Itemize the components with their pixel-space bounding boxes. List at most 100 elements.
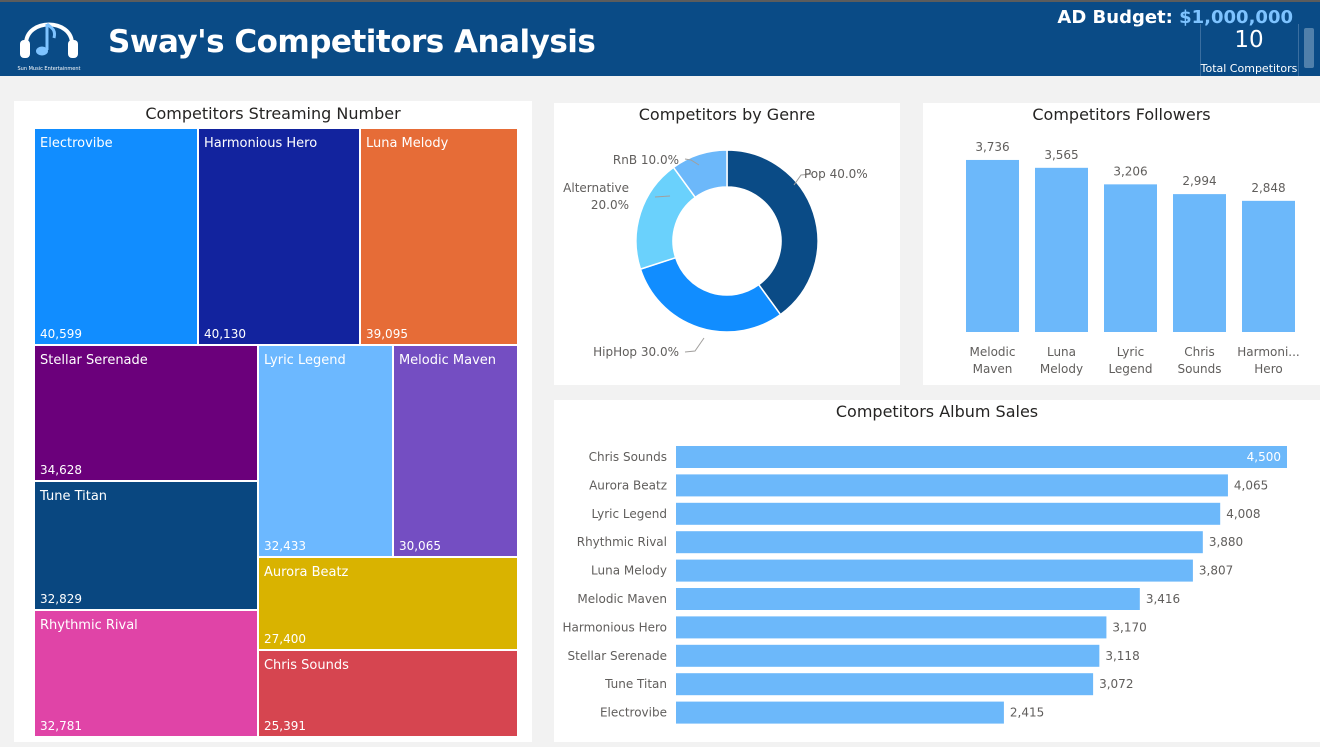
leader-line-hiphop (684, 337, 705, 353)
donut-label-hiphop: HipHop 30.0% (593, 345, 679, 359)
album-sales-category-label: Luna Melody (591, 564, 667, 578)
album-sales-category-label: Harmonious Hero (562, 620, 667, 634)
treemap-label: Rhythmic Rival (40, 618, 138, 634)
followers-bar[interactable] (1242, 200, 1295, 332)
followers-value-label: 2,994 (1182, 174, 1216, 188)
treemap-label: Harmonious Hero (203, 136, 318, 151)
album-sales-value-label: 3,416 (1146, 592, 1180, 606)
followers-bar[interactable] (1035, 167, 1088, 332)
album-sales-card: Competitors Album Sales Chris Sounds 4,50… (554, 400, 1320, 742)
album-sales-bar[interactable] (676, 559, 1193, 582)
album-sales-bar[interactable] (676, 673, 1094, 696)
streaming-treemap-card: Competitors Streaming Number Electrovibe… (14, 101, 532, 742)
followers-value-label: 3,736 (975, 140, 1009, 154)
followers-bar[interactable] (966, 159, 1019, 332)
treemap-value: 40,599 (40, 327, 82, 342)
followers-category-label: Chris Sounds (1177, 345, 1221, 376)
album-sales-value-label: 3,880 (1209, 535, 1243, 549)
total-competitors-label: Total Competitors (1200, 62, 1298, 75)
donut-label-alternative: Alternative 20.0% (563, 181, 629, 212)
treemap-label: Stellar Serenade (40, 353, 148, 369)
album-sales-bar[interactable] (676, 588, 1140, 610)
followers-bar[interactable] (1104, 184, 1157, 332)
album-sales-chart: Chris Sounds 4,500 Aurora Beatz 4,065 Lyric … (562, 446, 1287, 724)
treemap-value: 40,130 (203, 327, 246, 342)
followers-chart: 3,736 Melodic Maven 3,565 Luna Melody 3,206 Lyr… (966, 140, 1300, 376)
treemap-cell-chris-sounds[interactable]: Chris Sounds 25,391 (257, 650, 518, 737)
album-sales-category-label: Lyric Legend (592, 507, 667, 521)
followers-category-label: Melodic Maven (970, 345, 1016, 376)
header-bar: Sun Music Entertainment Sway's Competito… (0, 0, 1320, 76)
treemap-title: Competitors Streaming Number (145, 104, 401, 123)
album-sales-value-label: 3,170 (1112, 620, 1146, 634)
headphones-logo: Sun Music Entertainment (14, 6, 84, 74)
treemap-label: Aurora Beatz (263, 565, 349, 581)
followers-category-label: Lyric Legend (1108, 345, 1152, 376)
album-sales-bar[interactable] (676, 701, 1004, 724)
ad-budget-label: AD Budget: (1057, 7, 1173, 28)
treemap-cell-aurora-beatz[interactable]: Aurora Beatz 27,400 (257, 557, 518, 651)
album-sales-bar[interactable] (676, 474, 1228, 497)
kpi-scrollbar[interactable] (1304, 28, 1314, 68)
treemap-label: Luna Melody (365, 136, 449, 151)
logo-text: Sun Music Entertainment (17, 66, 81, 72)
treemap-area: Electrovibe 40,599 Harmonious Hero 40,130 Lu… (34, 128, 518, 737)
headphones-icon (20, 22, 78, 58)
treemap-value: 34,628 (40, 463, 82, 478)
album-sales-value-label: 2,415 (1010, 706, 1044, 720)
album-sales-value-label: 4,008 (1226, 507, 1260, 521)
donut-chart: Pop 40.0% HipHop 30.0% Alternative 20.0% RnB… (563, 149, 868, 359)
album-sales-category-label: Stellar Serenade (568, 649, 668, 663)
treemap-cell-rhythmic-rival[interactable]: Rhythmic Rival 32,781 (34, 610, 258, 737)
treemap-cell-stellar-serenade[interactable]: Stellar Serenade 34,628 (34, 345, 258, 482)
treemap-cell-lyric-legend[interactable]: Lyric Legend 32,433 (257, 345, 393, 558)
treemap-value: 25,391 (263, 718, 306, 733)
album-sales-bar[interactable] (676, 502, 1221, 525)
genre-donut-card: Competitors by Genre Pop 40.0% HipHop 30.… (554, 103, 900, 385)
followers-category-label: Luna Melody (1040, 345, 1083, 376)
treemap-cell-tune-titan[interactable]: Tune Titan 32,829 (34, 481, 258, 611)
treemap-value: 30,065 (398, 539, 441, 554)
treemap-cell-harmonious-hero[interactable]: Harmonious Hero 40,130 (197, 128, 360, 346)
album-sales-value-label: 4,500 (1247, 450, 1281, 464)
treemap-label: Electrovibe (40, 136, 113, 151)
album-sales-value-label: 3,118 (1105, 649, 1139, 663)
album-sales-bar[interactable] (676, 644, 1100, 667)
treemap-label: Chris Sounds (263, 658, 349, 674)
album-sales-category-label: Electrovibe (600, 706, 667, 720)
donut-slice-hiphop[interactable] (639, 256, 782, 333)
treemap-label: Melodic Maven (398, 353, 497, 369)
total-competitors-value: 10 (1234, 27, 1264, 53)
album-sales-bar[interactable] (676, 446, 1287, 468)
followers-category-label: Harmoni... Hero (1237, 345, 1300, 376)
treemap-value: 32,433 (263, 539, 306, 554)
album-sales-value-label: 3,807 (1199, 564, 1233, 578)
followers-value-label: 2,848 (1251, 181, 1285, 195)
album-sales-category-label: Melodic Maven (577, 592, 667, 606)
album-sales-value-label: 4,065 (1234, 478, 1268, 492)
album-sales-category-label: Tune Titan (604, 677, 667, 691)
album-sales-category-label: Rhythmic Rival (577, 535, 667, 549)
album-sales-category-label: Aurora Beatz (589, 478, 667, 492)
treemap-cell-luna-melody[interactable]: Luna Melody 39,095 (359, 128, 518, 346)
treemap-value: 39,095 (365, 327, 408, 342)
donut-label-rnb: RnB 10.0% (613, 153, 679, 167)
album-sales-value-label: 3,072 (1099, 677, 1133, 691)
followers-value-label: 3,206 (1113, 164, 1147, 178)
followers-value-label: 3,565 (1044, 148, 1078, 162)
treemap-cell-electrovibe[interactable]: Electrovibe 40,599 (34, 128, 198, 346)
followers-bar[interactable] (1173, 194, 1226, 332)
kpi-divider-right (1298, 24, 1299, 76)
album-sales-category-label: Chris Sounds (589, 450, 667, 464)
page-title: Sway's Competitors Analysis (108, 24, 596, 60)
donut-label-pop: Pop 40.0% (804, 167, 868, 181)
total-competitors-card: 10 Total Competitors (1200, 24, 1298, 76)
album-sales-bar[interactable] (676, 616, 1107, 639)
treemap-value: 32,781 (40, 718, 82, 733)
followers-bar-card: Competitors Followers 3,736 Melodic Maven 3… (923, 103, 1320, 385)
treemap-label: Lyric Legend (263, 353, 346, 369)
treemap-value: 27,400 (263, 632, 306, 647)
treemap-value: 32,829 (40, 592, 82, 607)
treemap-cell-melodic-maven[interactable]: Melodic Maven 30,065 (392, 345, 518, 558)
album-sales-bar[interactable] (676, 531, 1203, 554)
